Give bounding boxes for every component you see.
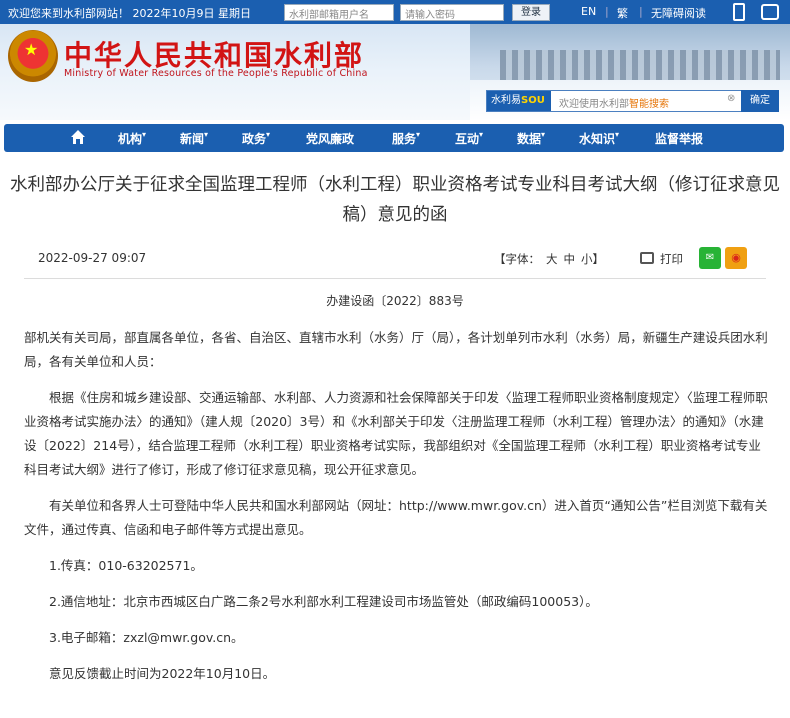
nav-item-institutions[interactable]: 机构▾ xyxy=(118,130,146,147)
document-number: 办建设函〔2022〕883号 xyxy=(326,294,464,308)
print-icon[interactable] xyxy=(640,252,654,264)
mobile-icon[interactable] xyxy=(733,3,745,21)
weibo-share-icon[interactable]: ◉ xyxy=(725,247,747,269)
wechat-icon[interactable] xyxy=(761,4,779,20)
body-paragraph: 3.电子邮箱：zxzl@mwr.gov.cn。 xyxy=(49,630,244,645)
font-size-label: 【字体： xyxy=(494,252,540,266)
english-link[interactable]: EN xyxy=(581,5,596,18)
welcome-text: 欢迎您来到水利部网站！ 2022年10月9日 星期日 xyxy=(8,7,251,20)
dam-structure xyxy=(500,50,780,80)
nav-item-interaction[interactable]: 互动▾ xyxy=(455,130,483,147)
clear-icon[interactable]: ⊗ xyxy=(727,93,735,104)
divider: | xyxy=(639,5,643,18)
body-paragraph: 有关单位和各界人士可登陆中华人民共和国水利部网站（网址：http://www.m… xyxy=(24,498,768,537)
divider: | xyxy=(605,5,609,18)
font-size-small-button[interactable]: 小 xyxy=(581,252,593,266)
body-paragraph: 意见反馈截止时间为2022年10月10日。 xyxy=(49,666,276,681)
nav-item-supervision-report[interactable]: 监督举报 xyxy=(655,130,703,147)
body-paragraph: 2.通信地址：北京市西城区白广路二条2号水利部水利工程建设司市场监管处（邮政编码… xyxy=(49,594,598,609)
home-icon[interactable] xyxy=(70,129,86,145)
nav-item-government-affairs[interactable]: 政务▾ xyxy=(242,130,270,147)
main-nav: 机构▾ 新闻▾ 政务▾ 党风廉政 服务▾ 互动▾ 数据▾ 水知识▾ 监督举报 xyxy=(4,124,784,152)
password-input[interactable]: 请输入密码 xyxy=(400,4,504,21)
national-emblem-logo[interactable]: ★ xyxy=(8,30,58,82)
search-brand: 水利易SOU xyxy=(487,91,551,111)
article-title: 水利部办公厅关于征求全国监理工程师（水利工程）职业资格考试专业科目考试大纲（修订… xyxy=(10,175,780,225)
top-bar: 欢迎您来到水利部网站！ 2022年10月9日 星期日 水利部邮箱用户名 请输入密… xyxy=(0,0,790,24)
article-meta: 2022-09-27 09:07 【字体： 大中小】 打印 ✉ ◉ xyxy=(0,246,790,274)
accessible-reading-link[interactable]: 无障碍阅读 xyxy=(651,5,706,21)
nav-item-water-knowledge[interactable]: 水知识▾ xyxy=(579,130,619,147)
traditional-chinese-link[interactable]: 繁 xyxy=(617,5,628,21)
body-paragraph: 1.传真：010-63202571。 xyxy=(49,558,203,573)
body-paragraph: 部机关有关司局，部直属各单位，各省、自治区、直辖市水利（水务）厅（局），各计划单… xyxy=(24,330,768,369)
star-icon: ★ xyxy=(24,40,39,59)
search-input[interactable]: 欢迎使用水利部智能搜索 xyxy=(559,95,669,110)
font-size-end: 】 xyxy=(592,252,605,266)
font-size-large-button[interactable]: 大 xyxy=(546,252,558,266)
divider xyxy=(24,278,766,279)
username-input[interactable]: 水利部邮箱用户名 xyxy=(284,4,394,21)
site-subtitle: Ministry of Water Resources of the Peopl… xyxy=(64,68,368,79)
search-box: 水利易SOU 欢迎使用水利部智能搜索 ⊗ 确定 xyxy=(486,90,779,112)
nav-item-data[interactable]: 数据▾ xyxy=(517,130,545,147)
body-paragraph: 根据《住房和城乡建设部、交通运输部、水利部、人力资源和社会保障部关于印发〈监理工… xyxy=(24,390,768,477)
print-button[interactable]: 打印 xyxy=(660,251,683,267)
wechat-share-icon[interactable]: ✉ xyxy=(699,247,721,269)
nav-item-news[interactable]: 新闻▾ xyxy=(180,130,208,147)
login-button[interactable]: 登录 xyxy=(512,4,550,21)
nav-item-party-integrity[interactable]: 党风廉政 xyxy=(306,130,354,147)
font-size-selector: 【字体： 大中小】 xyxy=(494,251,604,267)
nav-item-services[interactable]: 服务▾ xyxy=(392,130,420,147)
search-button[interactable]: 确定 xyxy=(741,90,779,112)
font-size-medium-button[interactable]: 中 xyxy=(564,252,576,266)
article-body: 部机关有关司局，部直属各单位，各省、自治区、直辖市水利（水务）厅（局），各计划单… xyxy=(24,326,768,698)
publish-date: 2022-09-27 09:07 xyxy=(38,251,147,265)
